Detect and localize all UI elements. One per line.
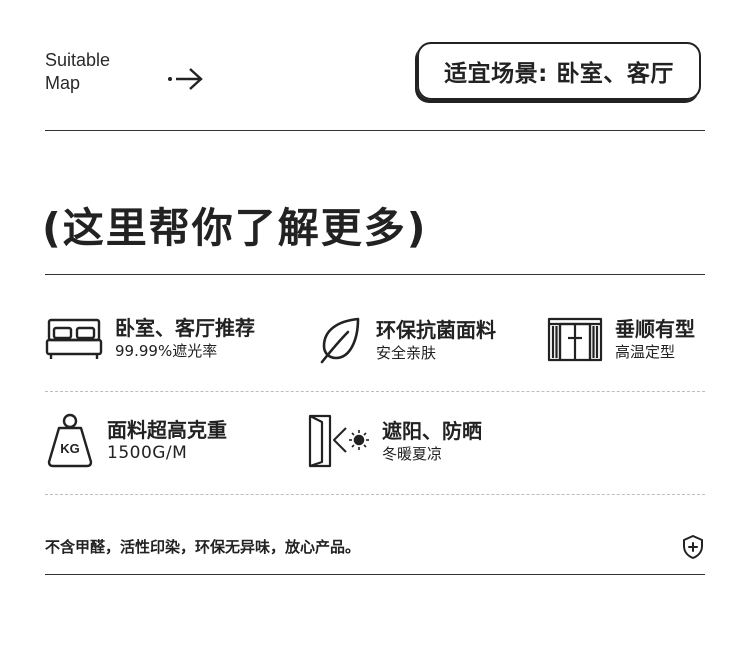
- feature-title: 面料超高克重: [107, 417, 227, 442]
- feature-item-drape: 垂顺有型 高温定型: [547, 316, 695, 362]
- divider: [45, 574, 705, 575]
- sun-door-icon: [308, 414, 369, 468]
- feature-subtitle: 1500G/M: [107, 442, 188, 463]
- arrow-right-icon: [168, 68, 203, 90]
- suitable-scene-text: 适宜场景: 卧室、客厅: [444, 61, 674, 87]
- feature-item-fabric: 环保抗菌面料 安全亲肤: [318, 316, 496, 364]
- safety-note: 不含甲醛，活性印染，环保无异味，放心产品。: [45, 538, 361, 556]
- dashed-divider: [45, 494, 705, 495]
- shield-plus-icon: [683, 535, 703, 559]
- curtain-icon: [547, 317, 603, 362]
- feature-subtitle: 高温定型: [615, 342, 676, 361]
- feature-subtitle: 99.99%遮光率: [115, 342, 218, 360]
- divider: [45, 130, 705, 131]
- divider: [45, 274, 705, 275]
- leaf-icon: [320, 317, 360, 364]
- suitable-label-line2: Map: [45, 73, 81, 93]
- weight-icon: KG: [47, 413, 93, 468]
- suitable-label-line1: Suitable: [45, 50, 111, 70]
- bed-icon: [45, 318, 103, 359]
- feature-item-sunshade: 遮阳、防晒 冬暖夏凉: [308, 414, 482, 468]
- feature-title: 垂顺有型: [615, 316, 695, 341]
- dashed-divider: [45, 391, 705, 392]
- weight-icon-label: KG: [60, 441, 80, 456]
- feature-title: 环保抗菌面料: [376, 317, 496, 342]
- feature-subtitle: 冬暖夏凉: [382, 444, 443, 463]
- page-title: (这里帮你了解更多): [42, 204, 428, 252]
- suitable-scene-badge: 适宜场景: 卧室、客厅: [417, 42, 701, 100]
- feature-title: 卧室、客厅推荐: [115, 316, 255, 340]
- feature-title: 遮阳、防晒: [382, 418, 482, 443]
- feature-item-weight: KG 面料超高克重 1500G/M: [45, 412, 227, 468]
- feature-item-room: 卧室、客厅推荐 99.99%遮光率: [45, 316, 255, 361]
- suitable-map-label: Suitable Map: [45, 49, 110, 95]
- feature-subtitle: 安全亲肤: [376, 343, 437, 362]
